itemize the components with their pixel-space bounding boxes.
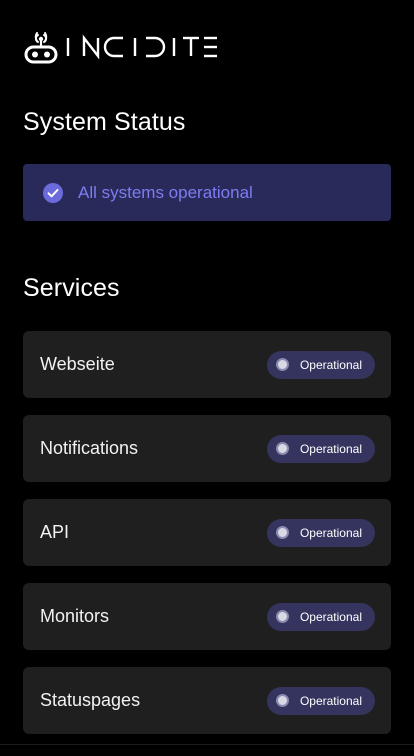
service-name: API: [40, 522, 70, 542]
status-dot-icon: [275, 694, 289, 707]
services-title: Services: [23, 274, 120, 302]
status-label: Operational: [299, 693, 362, 708]
status-label: Operational: [299, 357, 362, 372]
service-card-api: API Operational: [23, 499, 391, 566]
status-badge: Operational: [266, 686, 375, 715]
robot-antenna-icon: [24, 32, 58, 64]
service-card-webseite: Webseite Operational: [23, 331, 391, 398]
status-dot-icon: [275, 358, 289, 371]
services-list: Webseite Operational Notifications Opera…: [23, 331, 391, 751]
service-card-statuspages: Statuspages Operational: [23, 667, 391, 734]
service-card-monitors: Monitors Operational: [23, 583, 391, 650]
service-name: Webseite: [40, 354, 115, 374]
system-status-title: System Status: [23, 108, 186, 136]
service-name: Notifications: [40, 438, 139, 458]
service-name: Statuspages: [40, 690, 141, 710]
status-dot-icon: [275, 442, 289, 455]
service-name: Monitors: [40, 606, 110, 626]
status-dot-icon: [275, 526, 289, 539]
status-badge: Operational: [266, 434, 375, 463]
status-label: Operational: [299, 441, 362, 456]
status-dot-icon: [275, 610, 289, 623]
system-status-banner: All systems operational: [23, 164, 391, 221]
divider: [0, 744, 414, 745]
status-label: Operational: [299, 525, 362, 540]
status-badge: Operational: [266, 518, 375, 547]
check-circle-icon: [43, 182, 63, 203]
brand-wordmark: [66, 34, 217, 60]
status-badge: Operational: [266, 350, 375, 379]
status-badge: Operational: [266, 602, 375, 631]
header: [24, 29, 218, 65]
service-card-notifications: Notifications Operational: [23, 415, 391, 482]
status-label: Operational: [299, 609, 362, 624]
system-status-text: All systems operational: [78, 182, 253, 202]
